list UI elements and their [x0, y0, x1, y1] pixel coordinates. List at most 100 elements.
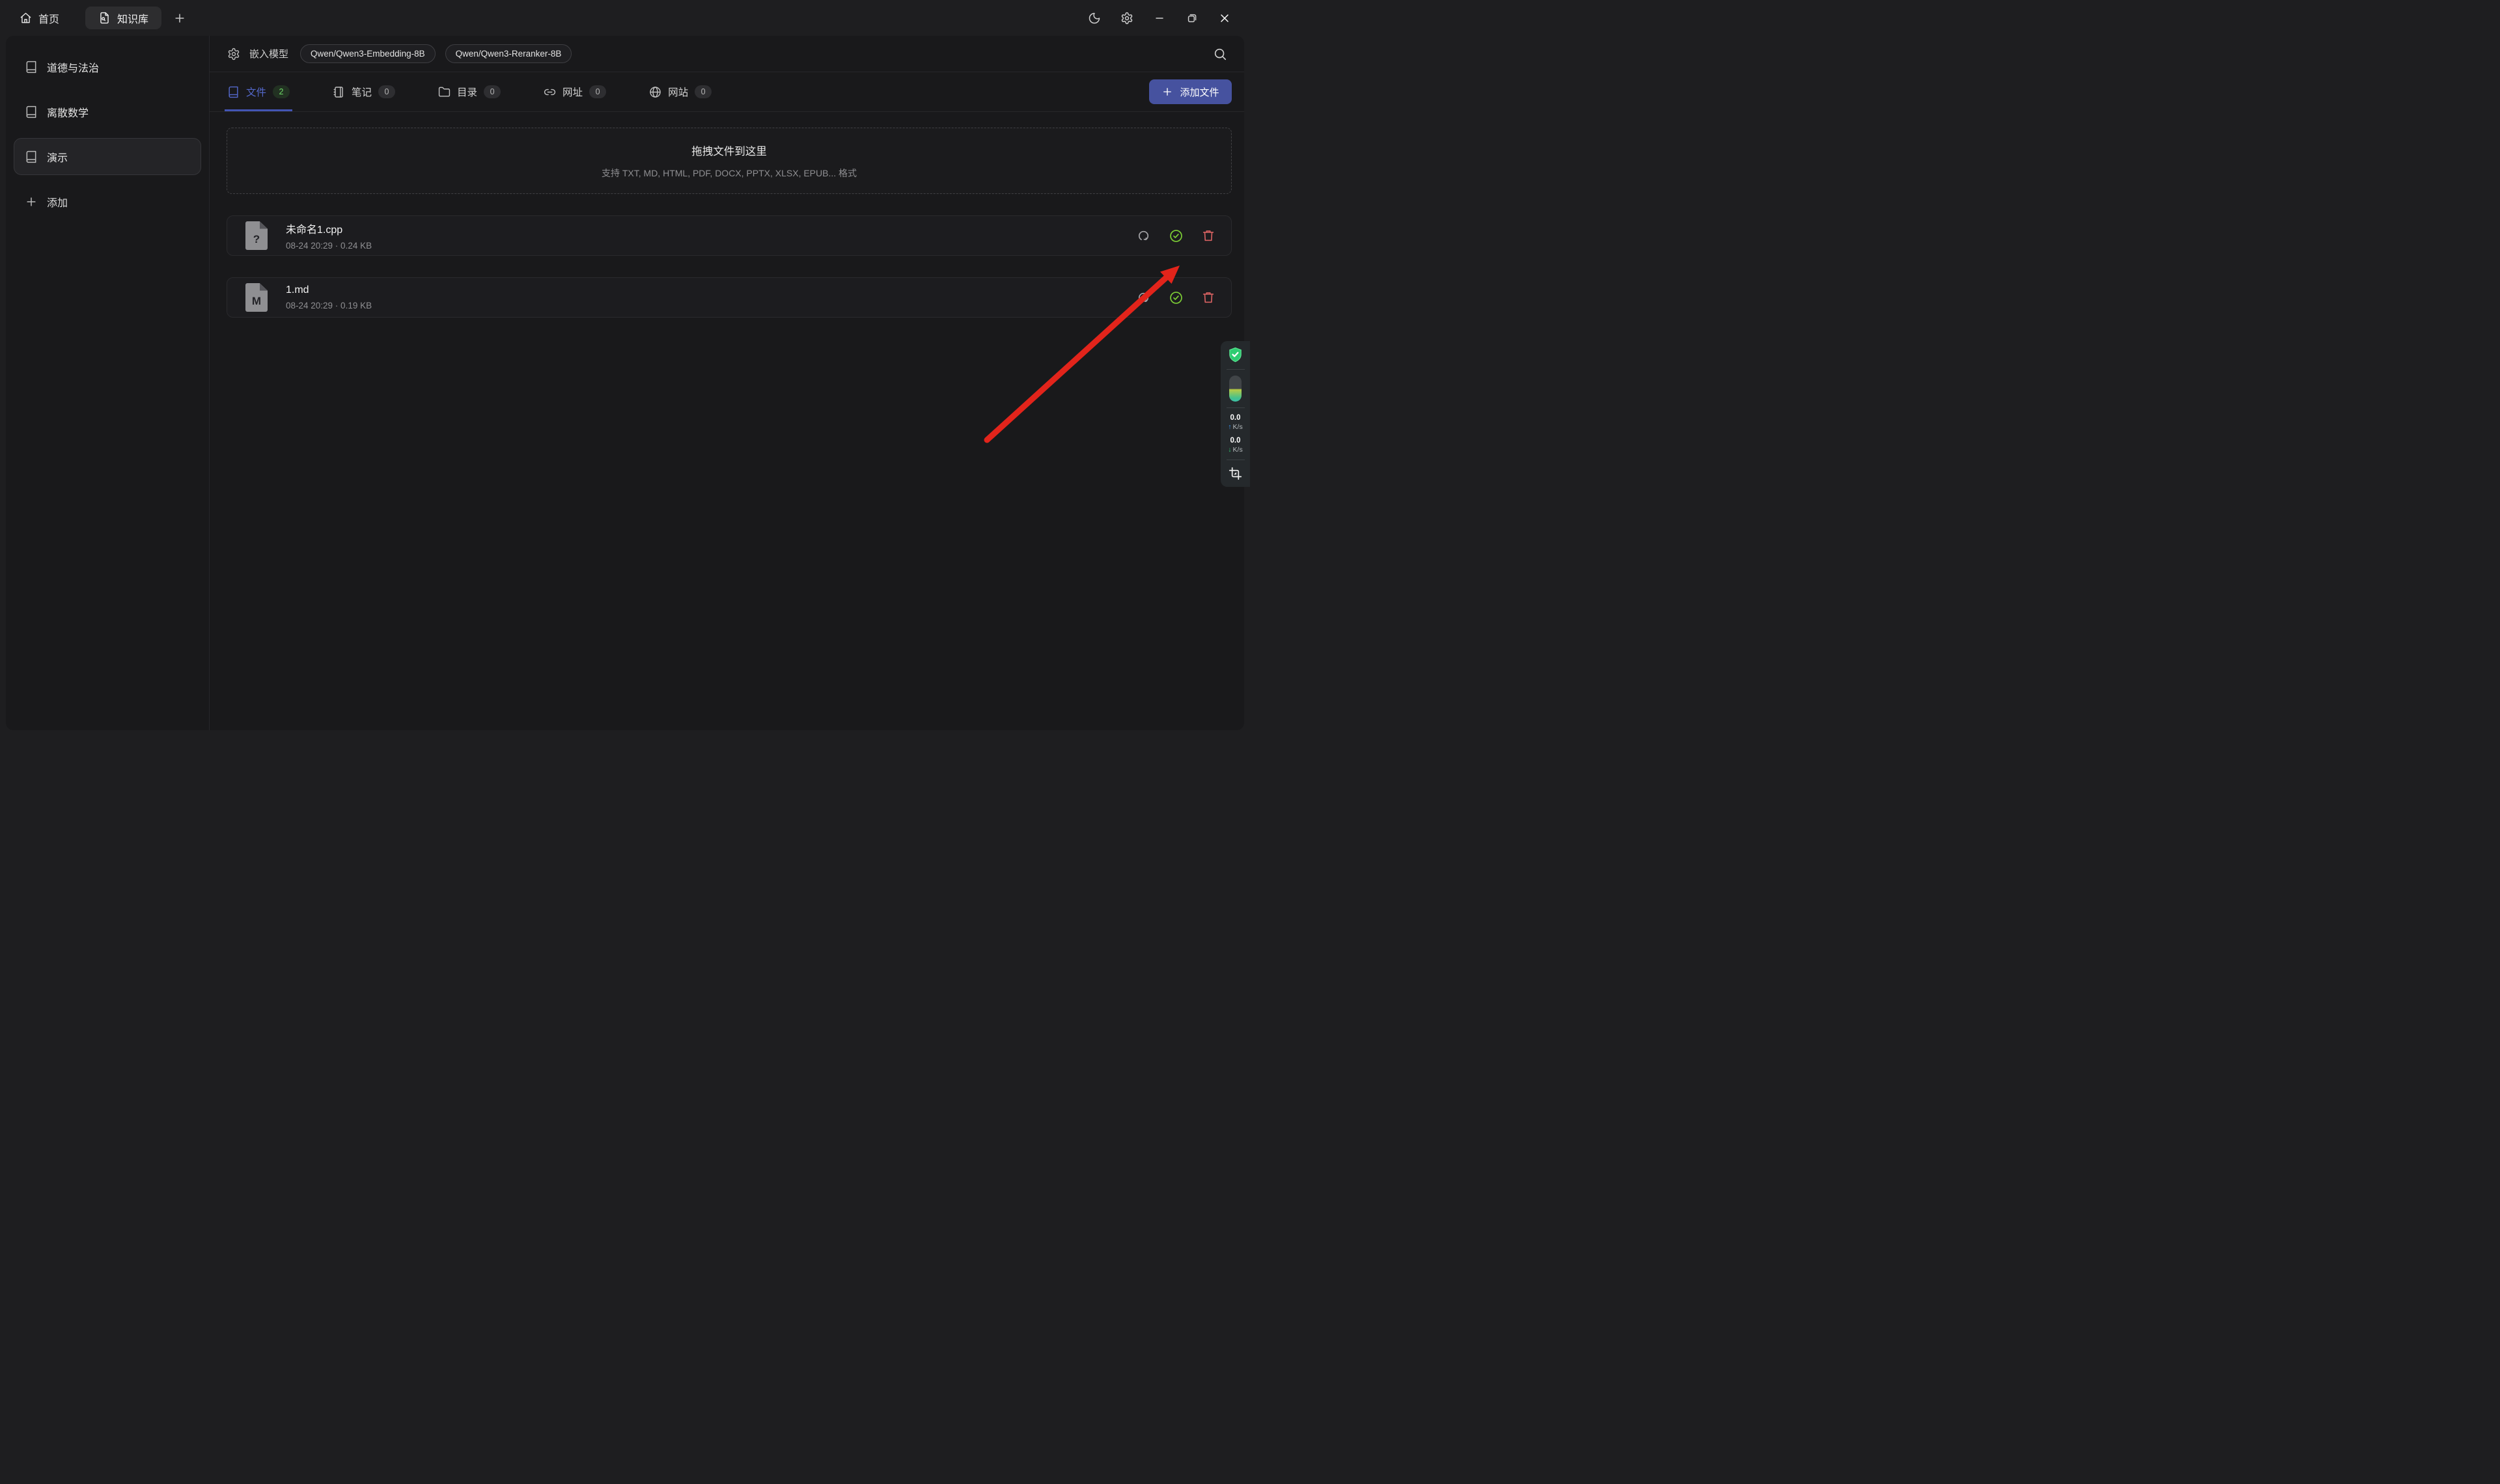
tab-files[interactable]: 文件 2 — [227, 72, 290, 111]
sidebar-item-label: 离散数学 — [47, 104, 89, 120]
restore-icon — [1186, 12, 1199, 25]
tab-notes[interactable]: 笔记 0 — [333, 72, 395, 111]
dropzone-title: 拖拽文件到这里 — [691, 143, 767, 158]
battery-capsule-indicator — [1229, 376, 1242, 402]
file-row-cpp[interactable]: ? 未命名1.cpp 08-24 20:29 · 0.24 KB — [227, 215, 1232, 256]
tab-label: 网站 — [668, 85, 688, 99]
sidebar-item-demo[interactable]: 演示 — [14, 138, 201, 175]
home-icon — [20, 12, 32, 24]
status-ok-icon[interactable] — [1166, 226, 1186, 245]
file-type-icon: ? — [245, 221, 268, 250]
file-type-letter: M — [245, 291, 268, 312]
check-circle-icon — [1169, 228, 1184, 243]
upload-speed-unit: K/s — [1233, 423, 1243, 431]
file-meta: 08-24 20:29 · 0.24 KB — [286, 241, 372, 251]
reprocess-button[interactable] — [1133, 226, 1153, 245]
knowledge-sidebar: 道德与法治 离散数学 演示 添加 — [6, 36, 209, 730]
delete-file-button[interactable] — [1199, 288, 1218, 307]
screenshot-button[interactable] — [1229, 467, 1242, 480]
file-dropzone[interactable]: 拖拽文件到这里 支持 TXT, MD, HTML, PDF, DOCX, PPT… — [227, 128, 1232, 194]
titlebar: 首页 知识库 — [0, 0, 1250, 36]
theme-toggle-button[interactable] — [1083, 8, 1105, 28]
book-icon — [25, 105, 38, 118]
trash-icon — [1201, 228, 1215, 243]
file-actions — [1133, 226, 1218, 245]
reranker-model-pill[interactable]: Qwen/Qwen3-Reranker-8B — [445, 44, 572, 63]
tab-count-badge: 2 — [273, 85, 290, 98]
close-icon — [1218, 12, 1231, 25]
file-meta: 08-24 20:29 · 0.19 KB — [286, 301, 372, 310]
search-button[interactable] — [1213, 47, 1227, 61]
monitor-divider — [1227, 407, 1245, 408]
status-ok-icon[interactable] — [1166, 288, 1186, 307]
system-monitor-widget[interactable]: 0.0 ↑ K/s 0.0 ↓ K/s — [1221, 341, 1250, 487]
upload-arrow-icon: ↑ — [1228, 423, 1231, 431]
file-info: 未命名1.cpp 08-24 20:29 · 0.24 KB — [286, 221, 372, 251]
nav-home[interactable]: 首页 — [20, 10, 59, 26]
file-row-md[interactable]: M 1.md 08-24 20:29 · 0.19 KB — [227, 277, 1232, 318]
files-content: 拖拽文件到这里 支持 TXT, MD, HTML, PDF, DOCX, PPT… — [210, 112, 1244, 318]
embedding-model-pill[interactable]: Qwen/Qwen3-Embedding-8B — [300, 44, 436, 63]
moon-icon — [1088, 12, 1101, 25]
notebook-icon — [333, 86, 345, 98]
file-name: 1.md — [286, 284, 372, 296]
monitor-divider — [1227, 369, 1245, 370]
tab-knowledge-base-label: 知识库 — [117, 10, 148, 26]
nav-home-label: 首页 — [38, 10, 59, 26]
main-area: 嵌入模型 Qwen/Qwen3-Embedding-8B Qwen/Qwen3-… — [210, 36, 1244, 730]
tab-count-badge: 0 — [695, 85, 712, 98]
embedding-model-label: 嵌入模型 — [249, 47, 288, 61]
embedding-header: 嵌入模型 Qwen/Qwen3-Embedding-8B Qwen/Qwen3-… — [210, 36, 1244, 72]
dropzone-formats: 支持 TXT, MD, HTML, PDF, DOCX, PPTX, XLSX,… — [602, 167, 857, 180]
gear-icon[interactable] — [227, 48, 240, 61]
folder-icon — [438, 86, 451, 98]
minimize-button[interactable] — [1148, 8, 1171, 28]
tab-count-badge: 0 — [484, 85, 501, 98]
active-tab-underline — [225, 109, 292, 111]
network-speed: 0.0 ↑ K/s 0.0 ↓ K/s — [1228, 414, 1242, 454]
tab-sites[interactable]: 网站 0 — [649, 72, 712, 111]
search-icon — [1213, 47, 1227, 61]
close-button[interactable] — [1214, 8, 1236, 28]
upload-speed-value: 0.0 — [1230, 414, 1240, 422]
minimize-icon — [1153, 12, 1166, 25]
check-circle-icon — [1169, 290, 1184, 305]
tab-label: 笔记 — [352, 85, 372, 99]
app-panel: 道德与法治 离散数学 演示 添加 — [6, 36, 1244, 730]
settings-button[interactable] — [1116, 8, 1138, 28]
plus-icon — [173, 12, 186, 25]
sidebar-add-knowledge-button[interactable]: 添加 — [14, 183, 201, 220]
titlebar-controls — [1083, 8, 1236, 28]
plus-icon — [1161, 86, 1173, 98]
sidebar-item-morality-law[interactable]: 道德与法治 — [14, 48, 201, 85]
file-actions — [1133, 288, 1218, 307]
sidebar-item-label: 演示 — [47, 149, 68, 165]
link-icon — [544, 86, 556, 98]
file-info: 1.md 08-24 20:29 · 0.19 KB — [286, 284, 372, 310]
tab-count-badge: 0 — [589, 85, 606, 98]
book-icon — [227, 86, 240, 98]
tab-label: 目录 — [457, 85, 477, 99]
add-file-label: 添加文件 — [1180, 85, 1219, 99]
reprocess-button[interactable] — [1133, 288, 1153, 307]
file-type-letter: ? — [245, 229, 268, 250]
download-speed-value: 0.0 — [1230, 437, 1240, 445]
file-type-icon: M — [245, 283, 268, 312]
tab-urls[interactable]: 网址 0 — [544, 72, 606, 111]
download-speed-unit: K/s — [1233, 446, 1243, 454]
new-tab-button[interactable] — [173, 12, 186, 25]
delete-file-button[interactable] — [1199, 226, 1218, 245]
sidebar-item-discrete-math[interactable]: 离散数学 — [14, 93, 201, 130]
gear-icon — [1120, 12, 1133, 25]
sidebar-item-label: 道德与法治 — [47, 59, 99, 75]
globe-icon — [649, 86, 661, 98]
restore-button[interactable] — [1181, 8, 1203, 28]
add-file-button[interactable]: 添加文件 — [1149, 79, 1232, 104]
crop-icon — [1229, 467, 1242, 480]
tab-knowledge-base[interactable]: 知识库 — [85, 7, 161, 29]
refresh-icon — [1136, 228, 1151, 243]
refresh-icon — [1136, 290, 1151, 305]
tab-label: 网址 — [562, 85, 583, 99]
tab-directory[interactable]: 目录 0 — [438, 72, 501, 111]
trash-icon — [1201, 290, 1215, 305]
